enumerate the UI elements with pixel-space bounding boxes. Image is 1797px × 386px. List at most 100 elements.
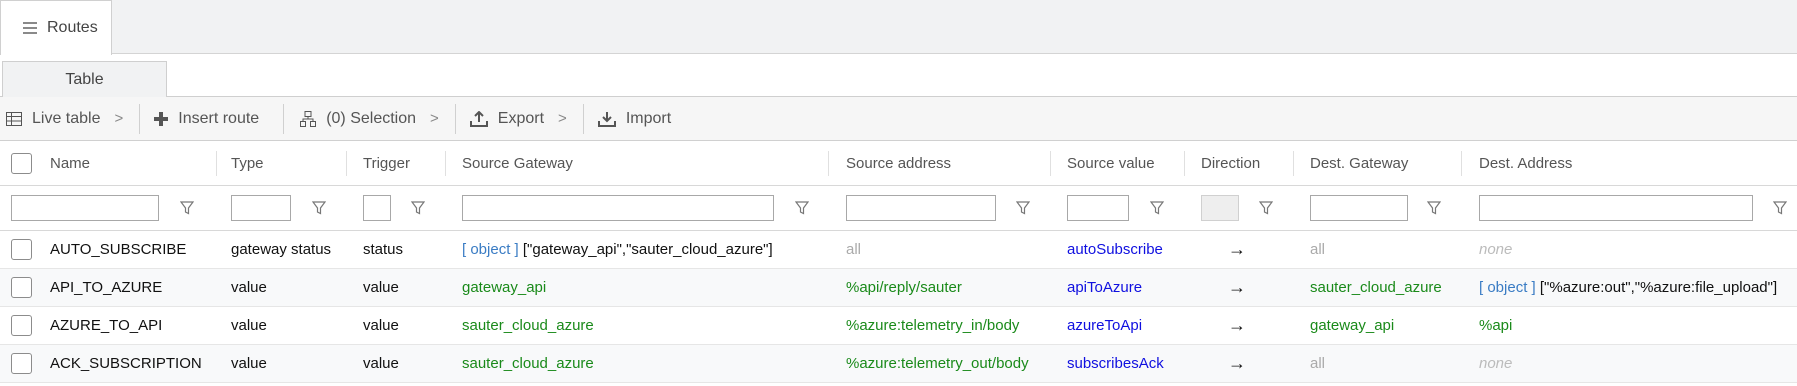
arrow-right-icon: → bbox=[1228, 353, 1246, 373]
tab-routes[interactable]: Routes bbox=[0, 0, 112, 55]
source-value-value: subscribesAck bbox=[1067, 355, 1164, 372]
import-icon bbox=[597, 111, 616, 127]
source-gateway-value: ["gateway_api","sauter_cloud_azure"] bbox=[522, 241, 773, 258]
route-type: value bbox=[231, 355, 267, 372]
dest-address-value: none bbox=[1479, 241, 1513, 258]
filter-icon[interactable] bbox=[1773, 186, 1787, 230]
row-checkbox[interactable] bbox=[11, 239, 32, 260]
filter-icon[interactable] bbox=[795, 186, 809, 230]
trigger-filter-input[interactable] bbox=[363, 195, 391, 221]
toolbar-divider bbox=[582, 103, 584, 134]
live-table-button[interactable]: Live table > bbox=[0, 97, 135, 141]
toolbar-divider bbox=[454, 103, 456, 134]
menu-icon bbox=[23, 22, 37, 34]
route-trigger: value bbox=[363, 279, 399, 296]
top-tab-bar: Routes bbox=[0, 0, 1797, 55]
select-all-checkbox[interactable] bbox=[11, 152, 32, 174]
column-header-trigger[interactable]: Trigger bbox=[363, 141, 410, 185]
route-name: API_TO_AZURE bbox=[50, 279, 163, 296]
dest-gateway-filter-input[interactable] bbox=[1310, 195, 1408, 221]
source-gateway-filter-input[interactable] bbox=[462, 195, 774, 221]
export-icon bbox=[469, 110, 488, 127]
column-header-dest-gateway[interactable]: Dest. Gateway bbox=[1310, 141, 1408, 185]
selection-label: (0) Selection bbox=[326, 109, 417, 127]
route-type: gateway status bbox=[231, 241, 332, 258]
table-row[interactable]: AUTO_SUBSCRIBE gateway status status [ o… bbox=[0, 231, 1797, 269]
tab-table-label: Table bbox=[65, 71, 104, 88]
table-icon bbox=[6, 111, 22, 126]
source-value-filter-input[interactable] bbox=[1067, 195, 1129, 221]
dest-gateway-value: all bbox=[1310, 241, 1326, 258]
live-table-label: Live table bbox=[32, 109, 101, 127]
column-header-source-gateway[interactable]: Source Gateway bbox=[462, 141, 573, 185]
source-address-filter-input[interactable] bbox=[846, 195, 996, 221]
source-gateway-value: sauter_cloud_azure bbox=[462, 355, 594, 372]
dest-gateway-value: gateway_api bbox=[1310, 317, 1395, 334]
insert-route-label: Insert route bbox=[178, 109, 260, 127]
source-address-value: %azure:telemetry_in/body bbox=[846, 317, 1020, 334]
header-row: Name Type Trigger Source Gateway Source … bbox=[0, 141, 1797, 186]
route-type: value bbox=[231, 279, 267, 296]
source-gateway-value: sauter_cloud_azure bbox=[462, 317, 594, 334]
filter-icon[interactable] bbox=[1259, 186, 1273, 230]
filter-row bbox=[0, 186, 1797, 231]
column-header-source-value[interactable]: Source value bbox=[1067, 141, 1155, 185]
source-value-value: azureToApi bbox=[1067, 317, 1143, 334]
filter-icon[interactable] bbox=[312, 186, 326, 230]
source-value-value: apiToAzure bbox=[1067, 279, 1143, 296]
route-type: value bbox=[231, 317, 267, 334]
column-header-dest-address[interactable]: Dest. Address bbox=[1479, 141, 1572, 185]
table-row[interactable]: AZURE_TO_API value value sauter_cloud_az… bbox=[0, 307, 1797, 345]
source-address-value: %api/reply/sauter bbox=[846, 279, 962, 296]
column-header-direction[interactable]: Direction bbox=[1201, 141, 1260, 185]
export-button[interactable]: Export > bbox=[460, 97, 579, 141]
export-label: Export bbox=[497, 109, 545, 127]
table-row[interactable]: API_TO_AZURE value value gateway_api %ap… bbox=[0, 269, 1797, 307]
filter-icon[interactable] bbox=[411, 186, 425, 230]
source-address-value: all bbox=[846, 241, 862, 258]
source-address-value: %azure:telemetry_out/body bbox=[846, 355, 1029, 372]
object-link[interactable]: [ object ] bbox=[1479, 279, 1536, 296]
hierarchy-icon bbox=[300, 110, 317, 127]
source-value-value: autoSubscribe bbox=[1067, 241, 1163, 258]
dest-gateway-value: sauter_cloud_azure bbox=[1310, 279, 1442, 296]
tab-routes-label: Routes bbox=[47, 19, 98, 36]
name-filter-input[interactable] bbox=[11, 195, 159, 221]
filter-icon[interactable] bbox=[1150, 186, 1164, 230]
insert-route-button[interactable]: Insert route bbox=[144, 97, 279, 141]
selection-button[interactable]: (0) Selection > bbox=[288, 97, 451, 141]
sub-tab-bar: Table bbox=[0, 54, 1797, 98]
filter-icon[interactable] bbox=[1016, 186, 1030, 230]
dest-address-filter-input[interactable] bbox=[1479, 195, 1753, 221]
import-label: Import bbox=[625, 109, 672, 127]
column-header-type[interactable]: Type bbox=[231, 141, 264, 185]
source-gateway-value: gateway_api bbox=[462, 279, 547, 296]
column-header-source-address[interactable]: Source address bbox=[846, 141, 951, 185]
row-checkbox[interactable] bbox=[11, 277, 32, 298]
route-trigger: value bbox=[363, 355, 399, 372]
toolbar-divider bbox=[283, 103, 285, 134]
chevron-right-icon: > bbox=[558, 110, 567, 127]
filter-icon[interactable] bbox=[1427, 186, 1441, 230]
route-trigger: value bbox=[363, 317, 399, 334]
filter-icon[interactable] bbox=[180, 186, 194, 230]
plus-icon bbox=[154, 111, 169, 126]
dest-gateway-value: all bbox=[1310, 355, 1326, 372]
type-filter-input[interactable] bbox=[231, 195, 291, 221]
tab-table[interactable]: Table bbox=[2, 61, 167, 98]
arrow-right-icon: → bbox=[1228, 315, 1246, 335]
import-button[interactable]: Import bbox=[588, 97, 677, 141]
direction-filter-input[interactable] bbox=[1201, 195, 1239, 221]
table-row[interactable]: ACK_SUBSCRIPTION value value sauter_clou… bbox=[0, 345, 1797, 383]
row-checkbox[interactable] bbox=[11, 315, 32, 336]
object-link[interactable]: [ object ] bbox=[462, 241, 519, 258]
dest-address-value: none bbox=[1479, 355, 1513, 372]
route-name: ACK_SUBSCRIPTION bbox=[50, 355, 202, 372]
dest-address-value: ["%azure:out","%azure:file_upload"] bbox=[1539, 279, 1778, 296]
column-header-name[interactable]: Name bbox=[50, 141, 90, 185]
dest-address-value: %api bbox=[1479, 317, 1513, 334]
chevron-right-icon: > bbox=[430, 110, 439, 127]
row-checkbox[interactable] bbox=[11, 353, 32, 374]
arrow-right-icon: → bbox=[1228, 239, 1246, 259]
routes-grid: Name Type Trigger Source Gateway Source … bbox=[0, 141, 1797, 383]
